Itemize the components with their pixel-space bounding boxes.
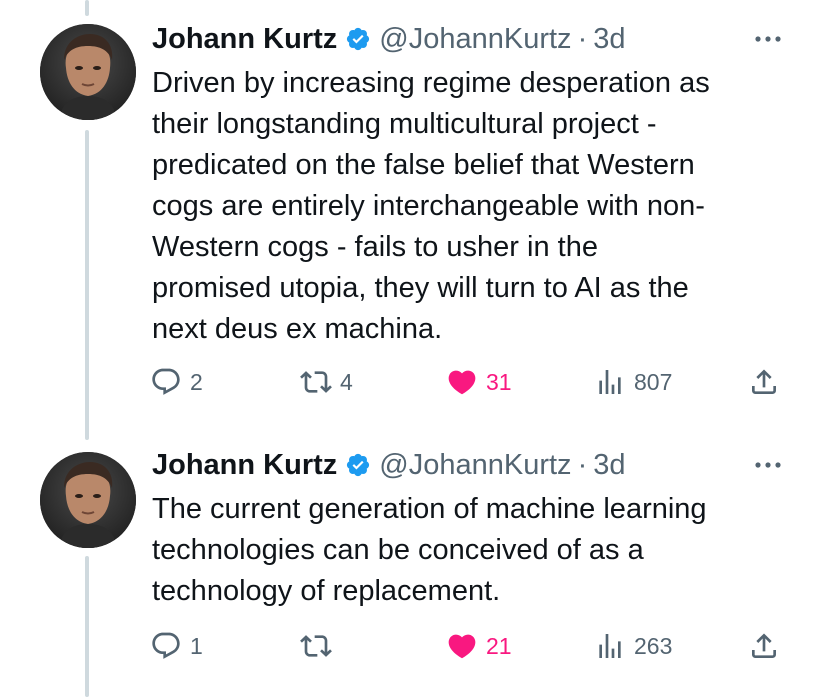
tweet-text-line: predicated on the false belief that West…: [152, 149, 695, 181]
separator-dot: ·: [577, 22, 588, 55]
views-count: 263: [634, 632, 673, 659]
verified-badge-icon: [345, 452, 371, 478]
retweet-button[interactable]: [300, 626, 340, 666]
share-button[interactable]: [748, 362, 780, 402]
like-count: 31: [486, 368, 512, 395]
retweet-button[interactable]: 4: [300, 362, 353, 402]
tweet[interactable]: Johann Kurtz @JohannKurtz · 3d Driven by…: [0, 0, 828, 430]
more-options-icon[interactable]: [748, 24, 788, 54]
separator-dot: ·: [577, 448, 588, 481]
author-name[interactable]: Johann Kurtz: [152, 449, 337, 482]
tweet-text: The current generation of machine learni…: [152, 489, 792, 612]
more-options-icon[interactable]: [748, 450, 788, 480]
tweet[interactable]: Johann Kurtz @JohannKurtz · 3d The curre…: [0, 430, 828, 697]
tweet-text-line: The current generation of machine learni…: [152, 493, 707, 525]
reply-count: 2: [190, 368, 203, 395]
retweet-icon: [300, 366, 332, 398]
tweet-text-line: their longstanding multicultural project…: [152, 108, 657, 140]
retweet-icon: [300, 630, 332, 662]
author-name[interactable]: Johann Kurtz: [152, 23, 337, 56]
author-handle[interactable]: @JohannKurtz: [379, 449, 571, 482]
retweet-count: 4: [340, 368, 353, 395]
share-button[interactable]: [748, 626, 780, 666]
like-button[interactable]: 21: [446, 626, 512, 666]
reply-button[interactable]: 2: [150, 362, 203, 402]
tweet-text-line: Driven by increasing regime desperation …: [152, 67, 710, 99]
tweet-text-line: cogs are entirely interchangeable with n…: [152, 190, 705, 222]
like-count: 21: [486, 632, 512, 659]
share-icon: [748, 366, 780, 398]
verified-badge-icon: [345, 26, 371, 52]
views-count: 807: [634, 368, 673, 395]
tweet-text-line: technology of replacement.: [152, 575, 501, 607]
views-button[interactable]: 263: [594, 626, 672, 666]
tweet-actions: 1 21 263: [150, 626, 790, 666]
views-icon: [594, 630, 626, 662]
tweet-actions: 2 4 31 807: [150, 362, 790, 402]
reply-icon: [150, 366, 182, 398]
like-button[interactable]: 31: [446, 362, 512, 402]
tweet-text-line: promised utopia, they will turn to AI as…: [152, 272, 689, 304]
author-handle[interactable]: @JohannKurtz: [379, 23, 571, 56]
heart-icon: [446, 366, 478, 398]
timestamp[interactable]: 3d: [593, 449, 625, 482]
heart-icon: [446, 630, 478, 662]
reply-icon: [150, 630, 182, 662]
tweet-text: Driven by increasing regime desperation …: [152, 63, 792, 350]
reply-button[interactable]: 1: [150, 626, 203, 666]
reply-count: 1: [190, 632, 203, 659]
views-icon: [594, 366, 626, 398]
timestamp[interactable]: 3d: [593, 23, 625, 56]
avatar[interactable]: [40, 452, 136, 548]
share-icon: [748, 630, 780, 662]
tweet-text-line: Western cogs - fails to usher in the: [152, 231, 598, 263]
tweet-text-line: technologies can be conceived of as a: [152, 534, 644, 566]
views-button[interactable]: 807: [594, 362, 672, 402]
avatar[interactable]: [40, 24, 136, 120]
tweet-text-line: next deus ex machina.: [152, 313, 443, 345]
